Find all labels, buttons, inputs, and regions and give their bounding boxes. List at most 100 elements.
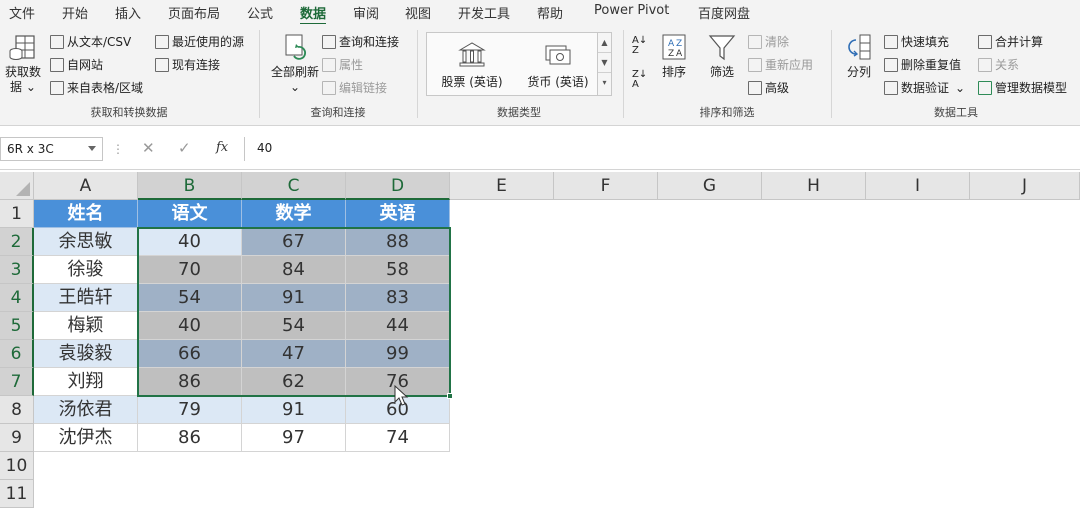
row-header-9[interactable]: 9 [0, 424, 34, 452]
row-header-8[interactable]: 8 [0, 396, 34, 424]
tab-data[interactable]: 数据 [300, 3, 327, 25]
clear-filter-button[interactable]: 清除 [748, 33, 789, 50]
cell-b8[interactable]: 79 [138, 396, 242, 424]
gallery-up-icon[interactable]: ▲ [598, 33, 611, 53]
row-header-4[interactable]: 4 [0, 284, 34, 312]
cell-a4[interactable]: 王皓轩 [34, 284, 138, 312]
name-box-dropdown-icon[interactable] [88, 146, 96, 151]
get-data-button[interactable]: 获取数 据 ⌄ [3, 32, 43, 95]
tab-developer[interactable]: 开发工具 [458, 3, 510, 22]
from-text-csv-button[interactable]: 从文本/CSV [50, 33, 131, 50]
insert-function-icon[interactable]: fx [216, 140, 228, 155]
cell-d1[interactable]: 英语 [346, 200, 450, 228]
cell-c8[interactable]: 91 [242, 396, 346, 424]
relationships-button[interactable]: 关系 [978, 56, 1019, 73]
cell-b6[interactable]: 66 [138, 340, 242, 368]
tab-home[interactable]: 开始 [62, 3, 88, 22]
column-header-i[interactable]: I [866, 172, 970, 200]
queries-connections-button[interactable]: 查询和连接 [322, 33, 399, 50]
formula-input[interactable]: 40 [244, 137, 1080, 161]
cell-b1[interactable]: 语文 [138, 200, 242, 228]
gallery-scroll[interactable]: ▲ ▼ ▾ [597, 33, 611, 95]
column-header-b[interactable]: B [138, 172, 242, 200]
data-validation-button[interactable]: 数据验证 ⌄ [884, 79, 965, 96]
gallery-down-icon[interactable]: ▼ [598, 53, 611, 73]
name-box[interactable]: 6R x 3C [0, 137, 103, 161]
worksheet-grid[interactable]: A B C D E F G H I J 1 2 3 4 5 6 7 8 9 10 11 姓名 语文 数学 英语 余思敏 40 67 88… [0, 172, 1080, 508]
refresh-dropdown-chevron-icon[interactable]: ⌄ [266, 80, 324, 95]
confirm-entry-icon[interactable]: ✓ [178, 139, 191, 157]
tab-page-layout[interactable]: 页面布局 [168, 3, 220, 22]
row-header-11[interactable]: 11 [0, 480, 34, 508]
stocks-data-type-button[interactable]: 股票 (英语) [427, 33, 517, 95]
tab-insert[interactable]: 插入 [115, 3, 141, 22]
cell-b4[interactable]: 54 [138, 284, 242, 312]
filter-button[interactable]: 筛选 [704, 32, 740, 80]
text-to-columns-button[interactable]: 分列 [842, 32, 876, 80]
column-header-a[interactable]: A [34, 172, 138, 200]
edit-links-button[interactable]: 编辑链接 [322, 79, 387, 96]
remove-duplicates-button[interactable]: 删除重复值 [884, 56, 961, 73]
column-header-e[interactable]: E [450, 172, 554, 200]
row-header-5[interactable]: 5 [0, 312, 34, 340]
refresh-all-button[interactable]: 全部刷新 ⌄ [266, 32, 324, 95]
cell-a7[interactable]: 刘翔 [34, 368, 138, 396]
manage-data-model-button[interactable]: 管理数据模型 [978, 79, 1067, 96]
column-header-d[interactable]: D [346, 172, 450, 200]
cell-c2[interactable]: 67 [242, 228, 346, 256]
cell-c1[interactable]: 数学 [242, 200, 346, 228]
select-all-corner[interactable] [0, 172, 34, 200]
tab-formulas[interactable]: 公式 [247, 3, 273, 22]
cell-c7[interactable]: 62 [242, 368, 346, 396]
cell-a9[interactable]: 沈伊杰 [34, 424, 138, 452]
sort-descending-button[interactable]: Z↓ A [632, 70, 647, 90]
column-header-h[interactable]: H [762, 172, 866, 200]
cell-c4[interactable]: 91 [242, 284, 346, 312]
sort-button[interactable]: A Z Z A 排序 [656, 32, 692, 80]
cell-a3[interactable]: 徐骏 [34, 256, 138, 284]
sort-ascending-button[interactable]: A↓ Z [632, 36, 647, 56]
cell-a5[interactable]: 梅颖 [34, 312, 138, 340]
cell-c6[interactable]: 47 [242, 340, 346, 368]
column-header-g[interactable]: G [658, 172, 762, 200]
cell-d3[interactable]: 58 [346, 256, 450, 284]
tab-baidu-netdisk[interactable]: 百度网盘 [698, 3, 750, 22]
cell-b2[interactable]: 40 [138, 228, 242, 256]
consolidate-button[interactable]: 合并计算 [978, 33, 1043, 50]
cell-c9[interactable]: 97 [242, 424, 346, 452]
cancel-entry-icon[interactable]: ✕ [142, 139, 155, 157]
tab-help[interactable]: 帮助 [537, 3, 563, 22]
cell-d5[interactable]: 44 [346, 312, 450, 340]
fill-handle[interactable] [447, 393, 453, 399]
advanced-filter-button[interactable]: 高级 [748, 79, 789, 96]
row-header-3[interactable]: 3 [0, 256, 34, 284]
currencies-data-type-button[interactable]: 货币 (英语) [513, 33, 603, 95]
cell-b3[interactable]: 70 [138, 256, 242, 284]
tab-review[interactable]: 审阅 [353, 3, 379, 22]
data-validation-chevron-icon[interactable]: ⌄ [955, 81, 965, 95]
column-header-f[interactable]: F [554, 172, 658, 200]
cell-b7[interactable]: 86 [138, 368, 242, 396]
cell-a6[interactable]: 袁骏毅 [34, 340, 138, 368]
cell-c5[interactable]: 54 [242, 312, 346, 340]
tab-view[interactable]: 视图 [405, 3, 431, 22]
row-header-1[interactable]: 1 [0, 200, 34, 228]
cell-b9[interactable]: 86 [138, 424, 242, 452]
formula-bar-grip-icon[interactable]: ⋮ [112, 142, 124, 156]
cell-b5[interactable]: 40 [138, 312, 242, 340]
row-header-6[interactable]: 6 [0, 340, 34, 368]
recent-sources-button[interactable]: 最近使用的源 [155, 33, 244, 50]
cell-a2[interactable]: 余思敏 [34, 228, 138, 256]
row-header-10[interactable]: 10 [0, 452, 34, 480]
row-header-7[interactable]: 7 [0, 368, 34, 396]
cell-d2[interactable]: 88 [346, 228, 450, 256]
cell-d6[interactable]: 99 [346, 340, 450, 368]
column-header-j[interactable]: J [970, 172, 1080, 200]
cell-c3[interactable]: 84 [242, 256, 346, 284]
properties-button[interactable]: 属性 [322, 56, 363, 73]
cell-d9[interactable]: 74 [346, 424, 450, 452]
reapply-button[interactable]: 重新应用 [748, 56, 813, 73]
cell-a8[interactable]: 汤依君 [34, 396, 138, 424]
column-header-c[interactable]: C [242, 172, 346, 200]
row-header-2[interactable]: 2 [0, 228, 34, 256]
